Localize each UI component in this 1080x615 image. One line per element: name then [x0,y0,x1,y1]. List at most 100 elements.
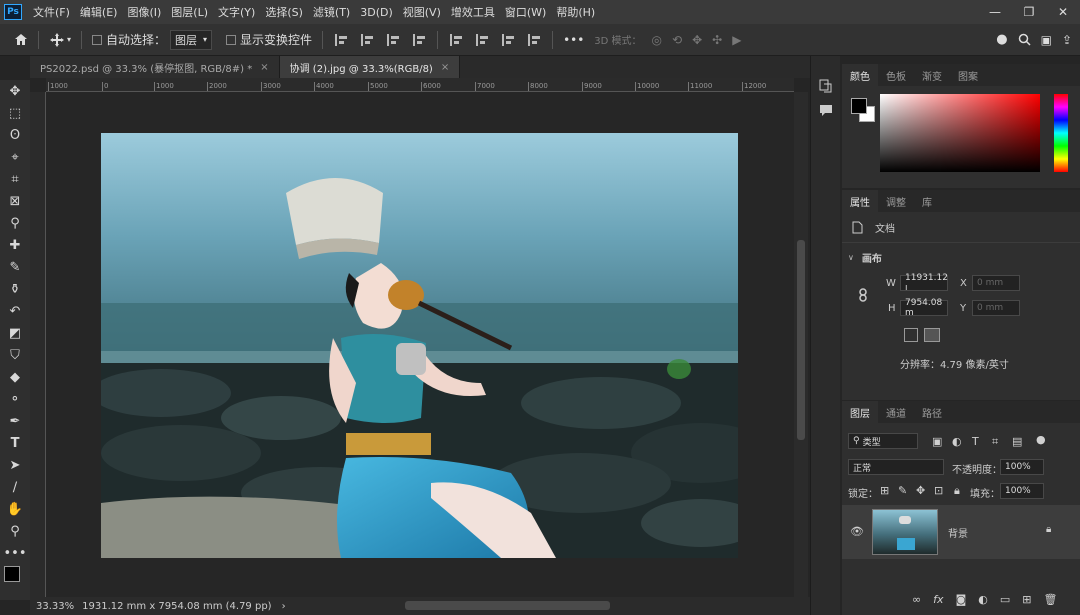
3d-pan-icon[interactable]: ✥ [692,33,702,47]
horizontal-scrollbar-thumb[interactable] [405,601,610,610]
blend-mode-dropdown[interactable]: 正常 [848,459,944,475]
healing-brush-tool-icon[interactable]: ✚ [0,234,30,256]
menu-plugins[interactable]: 增效工具 [446,4,500,20]
tab-adjustments[interactable]: 调整 [878,190,914,212]
move-tool-icon[interactable]: ▾ [49,32,71,48]
checkbox-box[interactable] [226,34,237,45]
blur-tool-icon[interactable]: ◆ [0,366,30,388]
tab-properties[interactable]: 属性 [842,190,878,212]
3d-roll-icon[interactable]: ⟲ [672,33,682,47]
tab-layers[interactable]: 图层 [842,401,878,423]
share-icon[interactable]: ⇪ [1062,33,1072,47]
fill-field[interactable]: 100% [1000,483,1044,499]
width-field[interactable]: 11931.12 ı [900,273,948,293]
new-group-icon[interactable]: ▭ [1000,593,1010,606]
menu-3d[interactable]: 3D(D) [355,6,398,19]
restore-button[interactable]: ❐ [1012,0,1046,24]
eye-icon[interactable]: 👁︎ [850,525,864,538]
lock-artboard-icon[interactable]: ⊡ [934,484,943,497]
add-mask-icon[interactable]: ◙ [956,593,967,606]
tab-channels[interactable]: 通道 [878,401,914,423]
pen-tool-icon[interactable]: ✒ [0,410,30,432]
eraser-tool-icon[interactable]: ◩ [0,322,30,344]
more-options-button[interactable]: ••• [563,33,584,47]
show-transform-checkbox[interactable]: 显示变换控件 [226,31,312,48]
edit-toolbar-icon[interactable]: ••• [0,542,30,564]
x-field[interactable]: 0 mm [972,275,1020,291]
search-icon[interactable] [1018,33,1031,46]
crop-tool-icon[interactable]: ⌗ [0,168,30,190]
3d-camera-icon[interactable]: ▶ [732,33,741,47]
hue-slider[interactable] [1054,94,1068,172]
y-field[interactable]: 0 mm [972,300,1020,316]
user-profile-icon[interactable]: ● [996,32,1007,47]
3d-orbit-icon[interactable]: ◎ [652,33,662,47]
align-center-icon[interactable] [361,33,375,46]
close-button[interactable]: ✕ [1046,0,1080,24]
distribute-icon[interactable] [413,33,427,46]
hand-tool-icon[interactable]: ✋ [0,498,30,520]
tab-paths[interactable]: 路径 [914,401,950,423]
tab-color[interactable]: 颜色 [842,64,878,86]
checkbox-box[interactable] [92,34,103,45]
comments-icon[interactable] [811,98,841,122]
filter-shape-icon[interactable]: ⌗ [992,435,998,449]
menu-select[interactable]: 选择(S) [260,4,308,20]
auto-select-dropdown[interactable]: 图层 ▾ [170,29,213,50]
path-select-tool-icon[interactable]: ➤ [0,454,30,476]
eyedropper-tool-icon[interactable]: ⚲ [0,212,30,234]
minimize-button[interactable]: — [978,0,1012,24]
status-menu-arrow[interactable]: › [282,601,286,612]
landscape-orientation-icon[interactable] [924,328,940,342]
lock-position-icon[interactable]: ✥ [916,484,925,497]
zoom-tool-icon[interactable]: ⚲ [0,520,30,542]
color-picker-field[interactable] [880,94,1040,172]
close-tab-icon[interactable]: × [260,62,268,73]
layer-filter-dropdown[interactable]: ⚲ 类型 [848,433,918,449]
align-middle-icon[interactable] [476,33,490,46]
close-tab-icon[interactable]: × [441,62,449,73]
zoom-level[interactable]: 33.33% [36,601,74,612]
menu-file[interactable]: 文件(F) [28,4,75,20]
fx-icon[interactable]: fx [933,593,943,606]
workspace-icon[interactable]: ▣ [1041,33,1052,47]
type-tool-icon[interactable]: T [0,432,30,454]
quick-select-tool-icon[interactable]: ⌖ [0,146,30,168]
menu-view[interactable]: 视图(V) [398,4,446,20]
menu-type[interactable]: 文字(Y) [213,4,260,20]
layer-row[interactable]: 👁︎ 背景 🔒︎ [842,505,1080,559]
filter-type-icon[interactable]: T [972,435,979,448]
opacity-field[interactable]: 100% [1000,459,1044,475]
frame-tool-icon[interactable]: ⊠ [0,190,30,212]
clone-stamp-tool-icon[interactable]: ⚱ [0,278,30,300]
3d-slide-icon[interactable]: ✣ [712,33,722,47]
align-top-icon[interactable] [450,33,464,46]
marquee-tool-icon[interactable]: ⬚ [0,102,30,124]
paint-bucket-tool-icon[interactable]: ⛉ [0,344,30,366]
canvas-section-header[interactable]: ∨ 画布 [848,250,882,265]
tab-libraries[interactable]: 库 [914,190,940,212]
delete-layer-icon[interactable]: 🗑︎ [1043,593,1057,606]
dodge-tool-icon[interactable]: ⚬ [0,388,30,410]
lock-all-icon[interactable]: 🔒︎ [954,484,960,498]
new-layer-icon[interactable]: ⊞ [1022,593,1031,606]
auto-select-checkbox[interactable]: 自动选择： [92,31,166,48]
tab-current-image[interactable]: 协调 (2).jpg @ 33.3%(RGB/8) × [279,56,461,78]
filter-adjustment-icon[interactable]: ◐ [952,435,962,448]
lasso-tool-icon[interactable]: ʘ [0,124,30,146]
menu-filter[interactable]: 滤镜(T) [308,4,355,20]
link-icon[interactable] [858,288,868,302]
menu-layer[interactable]: 图层(L) [166,4,213,20]
link-layers-icon[interactable]: ∞ [912,593,921,606]
tab-swatches[interactable]: 色板 [878,64,914,86]
menu-window[interactable]: 窗口(W) [500,4,551,20]
tab-ps2022[interactable]: PS2022.psd @ 33.3% (暴停抠图, RGB/8#) * × [30,56,280,78]
filter-pixel-icon[interactable]: ▣ [932,435,942,448]
vertical-scrollbar-thumb[interactable] [797,240,805,440]
filter-smart-object-icon[interactable]: ▤ [1012,435,1022,448]
filter-toggle-icon[interactable]: ● [1036,433,1046,446]
menu-image[interactable]: 图像(I) [122,4,166,20]
align-bottom-icon[interactable] [502,33,516,46]
line-tool-icon[interactable]: ∕ [0,476,30,498]
history-icon[interactable] [811,74,841,98]
